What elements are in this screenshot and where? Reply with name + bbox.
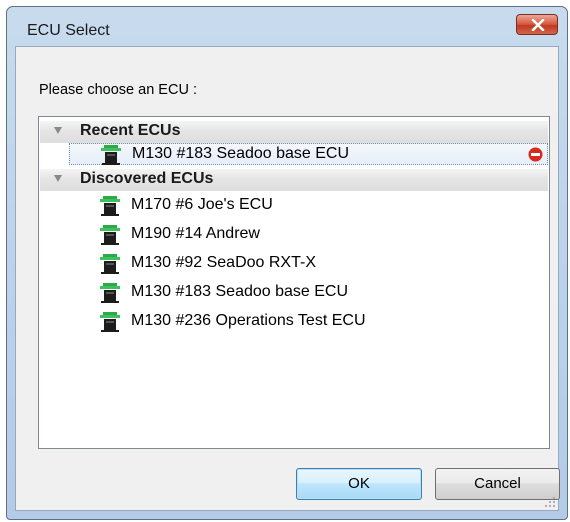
ecu-device-icon [100, 225, 120, 245]
list-item-ecu[interactable]: M130 #183 Seadoo base ECU [69, 282, 549, 304]
ecu-device-icon [100, 312, 120, 332]
ecu-device-icon [101, 145, 121, 165]
list-item-label: M190 #14 Andrew [131, 225, 260, 242]
list-item-label: M130 #236 Operations Test ECU [131, 312, 366, 329]
list-item-recent-ecu[interactable]: M130 #183 Seadoo base ECU [69, 143, 548, 165]
ecu-device-icon [100, 196, 120, 216]
group-label: Recent ECUs [80, 122, 181, 139]
group-header-discovered[interactable]: Discovered ECUs [40, 169, 548, 191]
prompt-label: Please choose an ECU : [39, 82, 197, 98]
ok-button[interactable]: OK [296, 468, 422, 500]
cancel-button[interactable]: Cancel [435, 468, 560, 500]
close-icon [531, 19, 545, 31]
title-bar[interactable]: ECU Select [7, 7, 567, 41]
window-title: ECU Select [27, 22, 110, 39]
ecu-select-dialog: ECU Select Please choose an ECU : Recent… [6, 6, 568, 520]
list-item-ecu[interactable]: M170 #6 Joe's ECU [69, 195, 549, 217]
ecu-device-icon [100, 283, 120, 303]
collapse-triangle-icon[interactable] [54, 175, 62, 182]
dialog-body: Please choose an ECU : Recent ECUs M130 … [15, 46, 560, 511]
list-item-ecu[interactable]: M190 #14 Andrew [69, 224, 549, 246]
list-item-label: M130 #183 Seadoo base ECU [132, 145, 350, 162]
ecu-list[interactable]: Recent ECUs M130 #183 Seadoo base ECU Di… [38, 116, 550, 449]
collapse-triangle-icon[interactable] [54, 127, 62, 134]
list-item-label: M130 #92 SeaDoo RXT-X [131, 254, 316, 271]
ecu-device-icon [100, 254, 120, 274]
group-label: Discovered ECUs [80, 170, 214, 187]
resize-grip-icon[interactable] [544, 496, 556, 508]
group-header-recent[interactable]: Recent ECUs [40, 121, 548, 143]
list-item-ecu[interactable]: M130 #92 SeaDoo RXT-X [69, 253, 549, 275]
list-item-label: M130 #183 Seadoo base ECU [131, 283, 349, 300]
remove-icon[interactable] [528, 147, 543, 162]
list-item-label: M170 #6 Joe's ECU [131, 196, 273, 213]
close-button[interactable] [516, 14, 558, 35]
list-item-ecu[interactable]: M130 #236 Operations Test ECU [69, 311, 549, 333]
